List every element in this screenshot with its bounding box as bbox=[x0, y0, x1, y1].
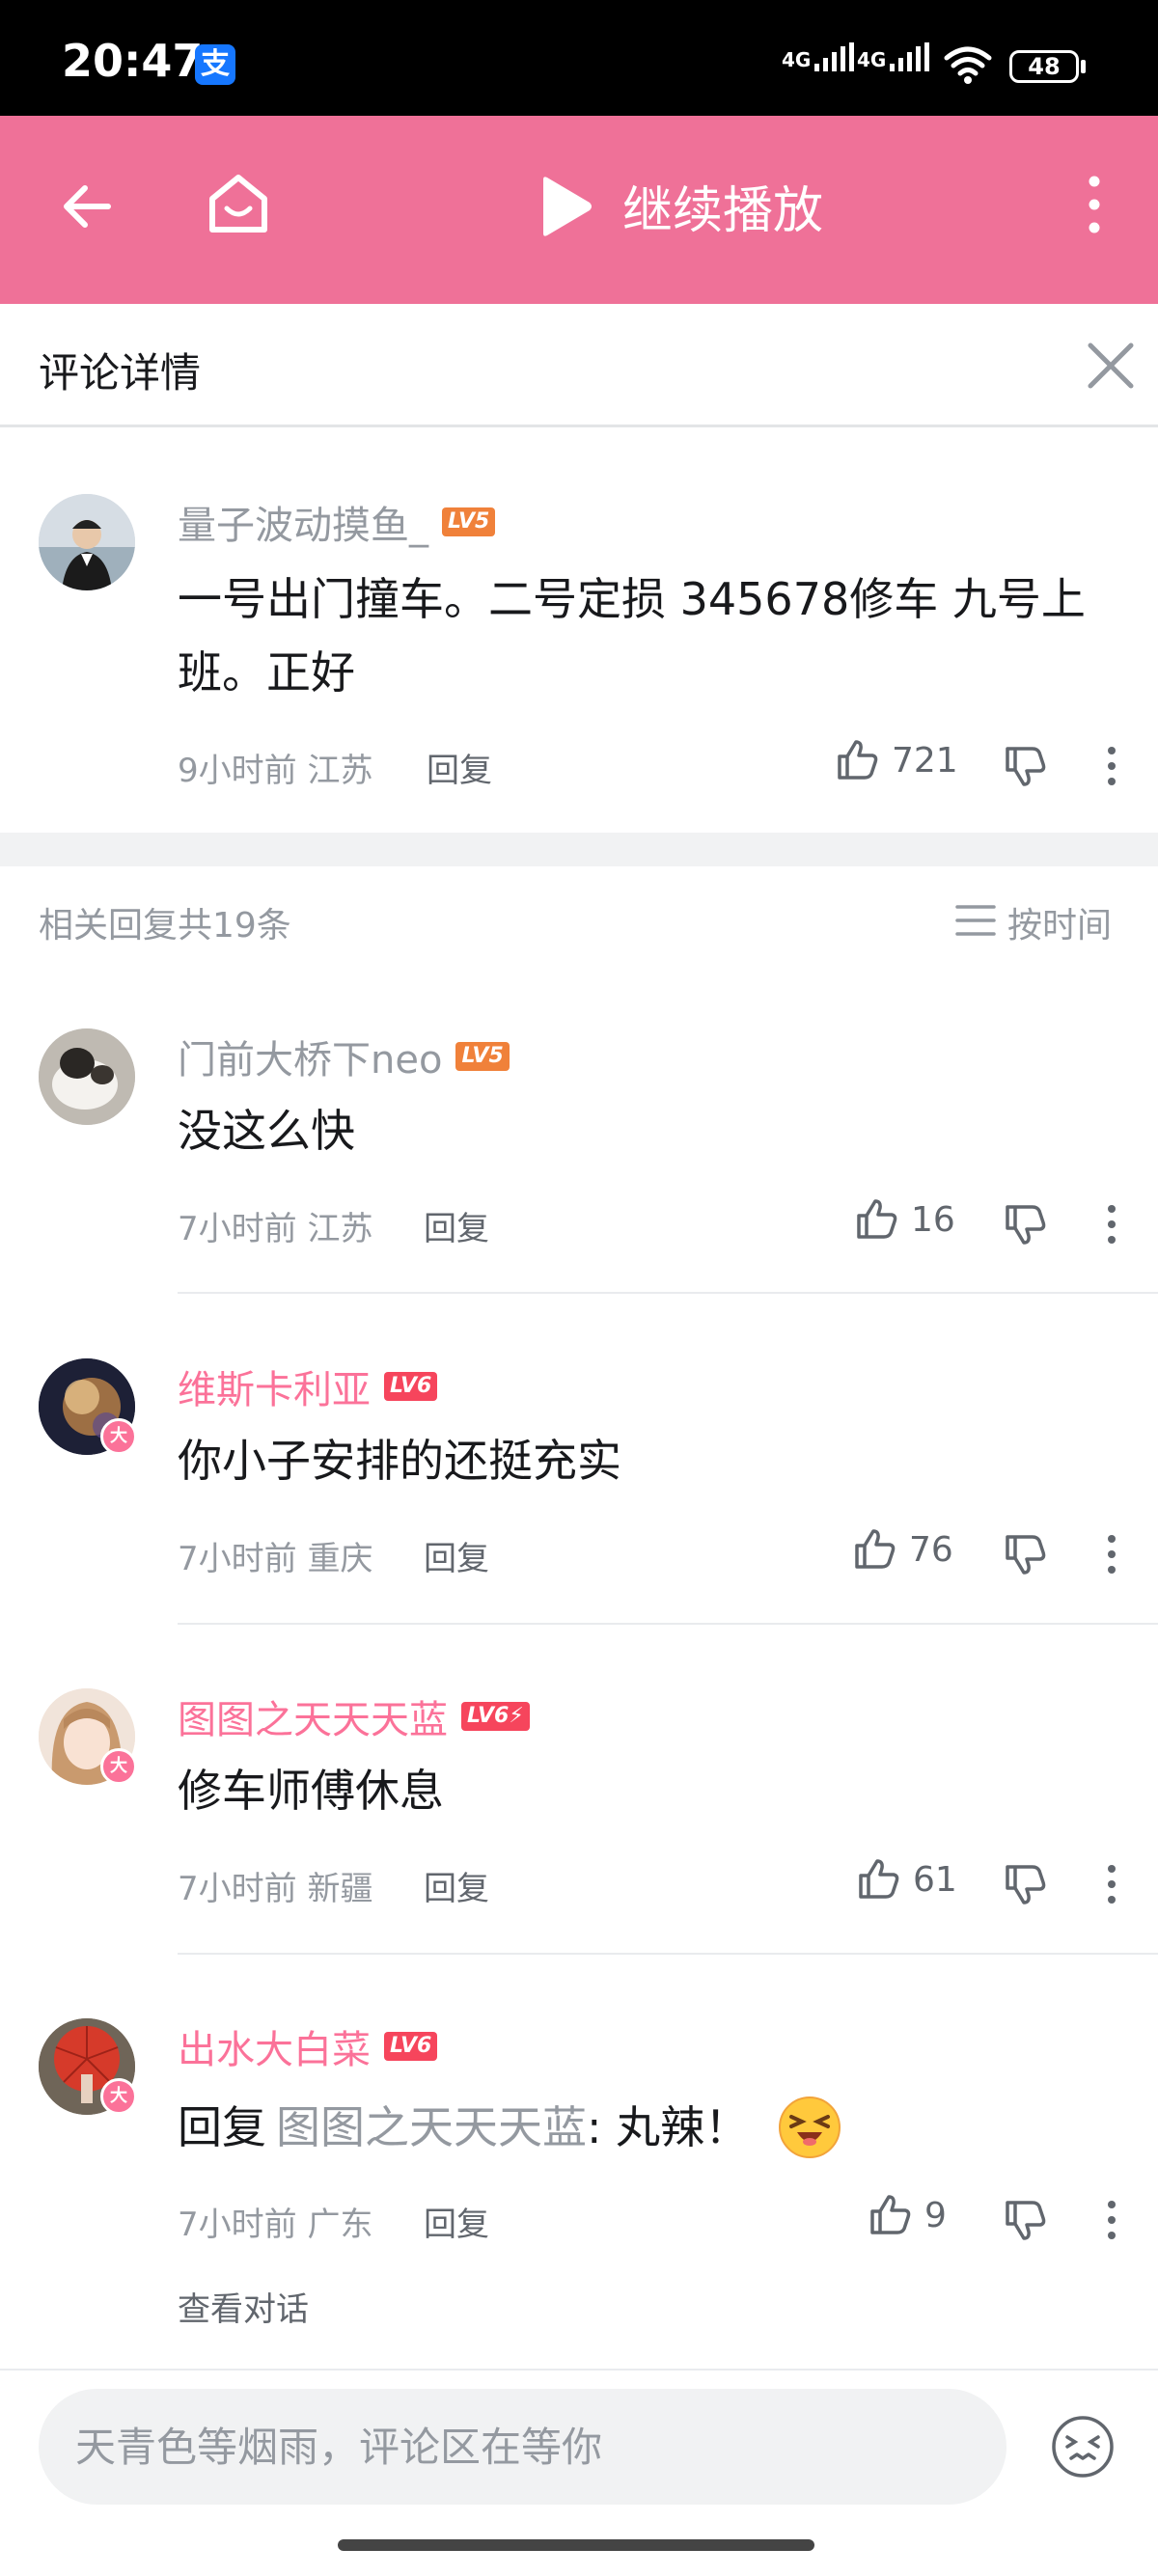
reply-text: : 丸辣！ bbox=[587, 2101, 750, 2153]
status-time: 20:47 bbox=[62, 35, 204, 87]
network-type-2: 4G bbox=[857, 48, 887, 71]
sort-button[interactable] bbox=[955, 903, 996, 938]
signal-bars-2-icon bbox=[890, 42, 930, 71]
thumb-up-icon bbox=[870, 2195, 911, 2234]
comment-content[interactable]: 一号出门撞车。二号定损 345678修车 九号上班。正好 bbox=[178, 562, 1104, 709]
like-count: 16 bbox=[911, 1199, 955, 1240]
reply-button[interactable]: 回复 bbox=[427, 744, 492, 791]
level-badge: LV6 bbox=[384, 2032, 438, 2061]
level-badge: LV5 bbox=[442, 507, 496, 536]
thumb-down-icon[interactable] bbox=[1002, 1201, 1048, 1247]
username[interactable]: 量子波动摸鱼_ bbox=[178, 494, 428, 550]
alipay-notification-icon: 支 bbox=[195, 44, 235, 85]
view-conversation-link[interactable]: 查看对话 bbox=[178, 2283, 309, 2330]
thumb-down-icon[interactable] bbox=[1002, 1861, 1048, 1907]
home-indicator[interactable] bbox=[338, 2539, 814, 2551]
like-count: 61 bbox=[913, 1859, 957, 1900]
reply-button[interactable]: 回复 bbox=[424, 2198, 489, 2245]
comment-time-location: 9小时前 江苏 bbox=[178, 752, 373, 790]
signal-2-indicator: 4G bbox=[857, 42, 930, 71]
like-button[interactable]: 16 bbox=[853, 1196, 955, 1243]
level-badge: LV6⚡ bbox=[461, 1702, 530, 1731]
comment-input[interactable] bbox=[39, 2389, 1006, 2505]
battery-indicator: 48 bbox=[1009, 50, 1079, 83]
resume-play-label: 继续播放 bbox=[622, 182, 824, 240]
like-button[interactable]: 61 bbox=[855, 1856, 957, 1903]
comment-time-location: 7小时前 广东 bbox=[178, 2206, 373, 2244]
back-arrow-icon[interactable] bbox=[58, 176, 120, 237]
like-count: 721 bbox=[892, 740, 958, 781]
sort-list-icon bbox=[955, 905, 996, 936]
comment-content[interactable]: 没这么快 bbox=[178, 1094, 355, 1167]
page-title: 评论详情 bbox=[39, 349, 202, 397]
like-count: 9 bbox=[924, 2195, 947, 2235]
comment-time-location: 7小时前 江苏 bbox=[178, 1210, 373, 1248]
more-vert-icon[interactable] bbox=[1104, 1531, 1119, 1577]
comment-user-row: 图图之天天天蓝 LV6⚡ bbox=[178, 1688, 530, 1744]
avatar-image bbox=[39, 1028, 135, 1125]
avatar-image bbox=[39, 494, 135, 590]
avatar[interactable] bbox=[39, 494, 135, 590]
username[interactable]: 出水大白菜 bbox=[178, 2018, 371, 2074]
more-vert-icon[interactable] bbox=[1104, 1861, 1119, 1907]
play-icon bbox=[543, 176, 592, 236]
comment-user-row: 门前大桥下neo LV5 bbox=[178, 1028, 510, 1084]
wifi-icon bbox=[944, 46, 992, 84]
signal-bars-1-icon bbox=[814, 42, 855, 71]
more-vert-icon[interactable] bbox=[1083, 174, 1106, 235]
thumb-up-icon bbox=[859, 1859, 899, 1899]
vip-badge: 大 bbox=[100, 1418, 137, 1455]
more-vert-icon[interactable] bbox=[1104, 2197, 1119, 2243]
more-vert-icon[interactable] bbox=[1104, 1201, 1119, 1247]
username[interactable]: 门前大桥下neo bbox=[178, 1028, 442, 1084]
battery-tip bbox=[1081, 60, 1086, 73]
username[interactable]: 图图之天天天蓝 bbox=[178, 1688, 448, 1744]
laughing-emoji-icon bbox=[779, 2096, 841, 2158]
thumb-down-icon[interactable] bbox=[1002, 743, 1048, 789]
close-icon[interactable] bbox=[1087, 342, 1135, 390]
like-count: 76 bbox=[909, 1529, 953, 1570]
thumb-down-icon[interactable] bbox=[1002, 1531, 1048, 1577]
reply-prefix: 回复 bbox=[178, 2101, 266, 2153]
replies-total: 相关回复共19条 bbox=[39, 906, 291, 945]
like-button[interactable]: 76 bbox=[851, 1526, 953, 1573]
level-badge: LV5 bbox=[455, 1042, 510, 1071]
thumb-up-icon bbox=[857, 1199, 897, 1239]
comment-content[interactable]: 修车师傅休息 bbox=[178, 1754, 444, 1827]
thumb-up-icon bbox=[838, 740, 878, 780]
home-icon[interactable] bbox=[205, 170, 272, 239]
comment-time-location: 7小时前 重庆 bbox=[178, 1540, 373, 1578]
comment-content[interactable]: 回复 图图之天天天蓝: 丸辣！ bbox=[178, 2091, 841, 2164]
thumb-down-icon[interactable] bbox=[1002, 2197, 1048, 2243]
comment-user-row: 出水大白菜 LV6 bbox=[178, 2018, 438, 2074]
reply-button[interactable]: 回复 bbox=[424, 1532, 489, 1579]
comment-content[interactable]: 你小子安排的还挺充实 bbox=[178, 1424, 621, 1497]
thumb-up-icon bbox=[855, 1529, 896, 1569]
like-button[interactable]: 721 bbox=[834, 737, 958, 783]
section-divider bbox=[0, 833, 1158, 866]
comment-user-row: 维斯卡利亚 LV6 bbox=[178, 1358, 438, 1414]
comment-user-row: 量子波动摸鱼_ LV5 bbox=[178, 494, 496, 550]
like-button[interactable]: 9 bbox=[867, 2192, 947, 2238]
sort-label[interactable]: 按时间 bbox=[1007, 897, 1112, 947]
avatar[interactable] bbox=[39, 1028, 135, 1125]
vip-badge: 大 bbox=[100, 2078, 137, 2115]
reply-button[interactable]: 回复 bbox=[424, 1202, 489, 1249]
level-badge: LV6 bbox=[384, 1372, 438, 1401]
signal-1-indicator: 4G bbox=[782, 42, 855, 71]
emoji-icon[interactable] bbox=[1050, 2414, 1116, 2480]
row-divider bbox=[178, 1292, 1158, 1294]
username[interactable]: 维斯卡利亚 bbox=[178, 1358, 371, 1414]
more-vert-icon[interactable] bbox=[1104, 743, 1119, 789]
comment-time-location: 7小时前 新疆 bbox=[178, 1870, 373, 1908]
row-divider bbox=[178, 1623, 1158, 1625]
mention-link[interactable]: 图图之天天天蓝 bbox=[276, 2091, 587, 2164]
reply-button[interactable]: 回复 bbox=[424, 1862, 489, 1909]
network-type-1: 4G bbox=[782, 48, 812, 71]
vip-badge: 大 bbox=[100, 1748, 137, 1785]
resume-play-button[interactable]: 继续播放 bbox=[536, 170, 823, 242]
row-divider bbox=[178, 1953, 1158, 1955]
